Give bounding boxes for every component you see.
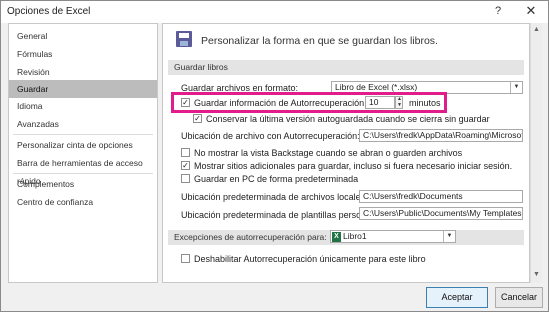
disable-autorecover-label: Deshabilitar Autorrecuperación únicament… — [194, 254, 426, 264]
sidebar-item-complementos[interactable]: Complementos — [9, 175, 157, 193]
templates-input[interactable]: C:\Users\Public\Documents\My Templates — [359, 207, 523, 220]
help-button[interactable]: ? — [485, 1, 511, 21]
no-backstage-label: No mostrar la vista Backstage cuando se … — [194, 148, 463, 158]
keep-last-label: Conservar la última versión autoguardada… — [206, 114, 490, 124]
local-files-input[interactable]: C:\Users\fredk\Documents — [359, 190, 523, 203]
workbook-value: Libro1 — [343, 231, 367, 241]
sidebar-item-formulas[interactable]: Fórmulas — [9, 45, 157, 63]
page-header: Personalizar la forma en que se guardan … — [201, 35, 438, 47]
workbook-dropdown[interactable]: Libro1 ▼ — [330, 230, 456, 243]
sidebar-item-personalizar-cinta[interactable]: Personalizar cinta de opciones — [9, 136, 157, 154]
keep-last-checkbox[interactable]: ✓ — [193, 114, 202, 123]
local-files-label: Ubicación predeterminada de archivos loc… — [181, 192, 366, 202]
chevron-down-icon: ▼ — [510, 82, 522, 93]
sidebar-item-barra-acceso-rapido[interactable]: Barra de herramientas de acceso rápido — [9, 154, 157, 186]
templates-label: Ubicación predeterminada de plantillas p… — [181, 210, 386, 220]
sidebar-divider — [13, 134, 153, 135]
save-to-pc-label: Guardar en PC de forma predeterminada — [194, 174, 359, 184]
close-button[interactable]: ✕ — [515, 1, 547, 21]
sidebar-item-revision[interactable]: Revisión — [9, 63, 157, 81]
show-more-places-label: Mostrar sitios adicionales para guardar,… — [194, 161, 513, 171]
window-title: Opciones de Excel — [7, 6, 91, 17]
vertical-scrollbar[interactable]: ▲ ▼ — [530, 23, 542, 283]
title-bar: Opciones de Excel ? ✕ — [1, 1, 548, 23]
highlight-box — [171, 92, 447, 113]
ok-button[interactable]: Aceptar — [426, 287, 488, 308]
sidebar-item-idioma[interactable]: Idioma — [9, 97, 157, 115]
section-guardar-libros: Guardar libros — [168, 60, 524, 75]
no-backstage-checkbox[interactable] — [181, 148, 190, 157]
autorecover-location-label: Ubicación de archivo con Autorrecuperaci… — [181, 131, 360, 141]
sidebar-divider — [13, 173, 153, 174]
sidebar-item-guardar[interactable]: Guardar — [9, 80, 157, 98]
show-more-places-checkbox[interactable]: ✓ — [181, 161, 190, 170]
sidebar-item-general[interactable]: General — [9, 27, 157, 45]
excel-workbook-icon: X — [332, 232, 341, 242]
sidebar-item-avanzadas[interactable]: Avanzadas — [9, 115, 157, 133]
save-disk-icon — [176, 31, 192, 47]
sidebar-item-centro-confianza[interactable]: Centro de confianza — [9, 193, 157, 211]
sidebar: General Fórmulas Revisión Guardar Idioma… — [8, 23, 158, 283]
chevron-down-icon: ▼ — [443, 231, 455, 242]
format-value: Libro de Excel (*.xlsx) — [335, 82, 418, 92]
disable-autorecover-checkbox[interactable] — [181, 254, 190, 263]
scroll-down-icon[interactable]: ▼ — [533, 271, 540, 278]
autorecover-location-input[interactable]: C:\Users\fredk\AppData\Roaming\Microsoft… — [359, 129, 523, 142]
scroll-up-icon[interactable]: ▲ — [533, 26, 540, 33]
cancel-button[interactable]: Cancelar — [495, 287, 543, 308]
save-to-pc-checkbox[interactable] — [181, 174, 190, 183]
